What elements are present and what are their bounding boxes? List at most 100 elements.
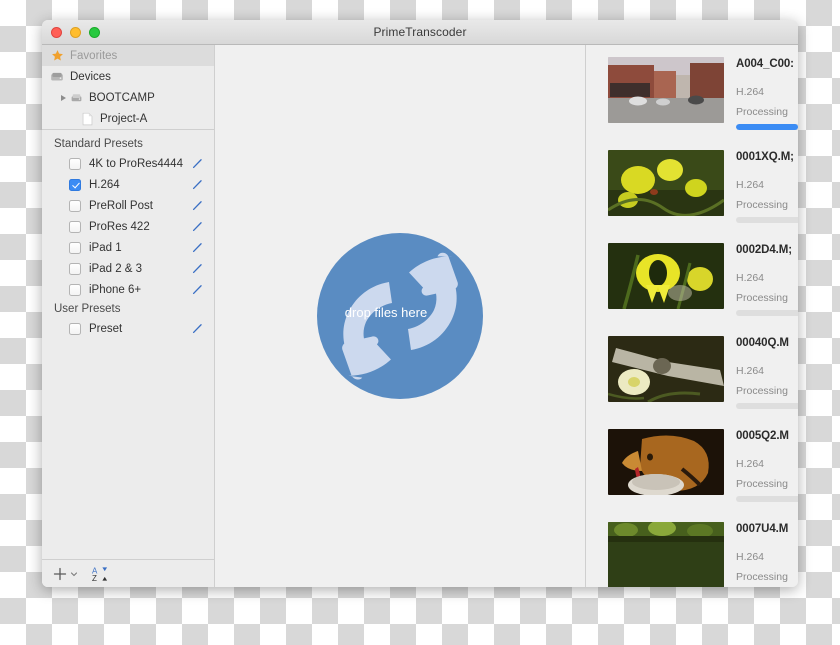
file-name: 00040Q.M — [736, 337, 789, 349]
video-thumbnail — [608, 429, 724, 495]
file-meta: 0005Q2.M H.264 Processing — [736, 429, 798, 502]
document-icon — [80, 112, 94, 126]
preset-label: H.264 — [89, 178, 120, 191]
list-item[interactable]: 0007U4.M H.264 Processing — [586, 510, 798, 587]
chevron-down-icon — [70, 571, 78, 576]
user-presets-header: User Presets — [54, 303, 121, 315]
sidebar-item-project-a[interactable]: Project-A — [42, 108, 214, 129]
preset-label: iPhone 6+ — [89, 283, 142, 296]
file-meta: 0002D4.M; H.264 Processing — [736, 243, 798, 316]
file-meta: 0007U4.M H.264 Processing — [736, 522, 798, 587]
file-name: 0007U4.M — [736, 523, 789, 535]
dropzone[interactable]: drop files here — [315, 231, 485, 401]
plus-icon — [53, 567, 67, 580]
file-codec: H.264 — [736, 86, 765, 98]
add-preset-button[interactable] — [52, 566, 78, 582]
sidebar-toolbar: A Z — [42, 559, 214, 587]
preset-label: iPad 1 — [89, 241, 122, 254]
file-codec: H.264 — [736, 365, 765, 377]
preset-row[interactable]: iPhone 6+ — [42, 279, 214, 300]
video-thumbnail — [608, 57, 724, 123]
edit-pencil-icon[interactable] — [191, 178, 204, 191]
progress-fill — [736, 124, 798, 130]
star-icon — [50, 49, 64, 63]
progress-bar — [736, 496, 798, 502]
progress-bar — [736, 310, 798, 316]
video-thumbnail — [608, 522, 724, 587]
sidebar-item-label: BOOTCAMP — [89, 91, 155, 104]
file-codec: H.264 — [736, 458, 765, 470]
file-status: Processing — [736, 292, 788, 304]
preset-label: PreRoll Post — [89, 199, 153, 212]
preset-row[interactable]: iPad 2 & 3 — [42, 258, 214, 279]
transcode-arrows-icon — [317, 233, 483, 399]
app-window: PrimeTranscoder Favorites Devices BOOTCA… — [42, 20, 798, 587]
file-codec: H.264 — [736, 179, 765, 191]
preset-row[interactable]: Preset — [42, 318, 214, 339]
file-status: Processing — [736, 478, 788, 490]
edit-pencil-icon[interactable] — [191, 283, 204, 296]
list-item[interactable]: 0005Q2.M H.264 Processing — [586, 417, 798, 510]
preset-checkbox[interactable] — [69, 241, 81, 254]
preset-checkbox[interactable] — [69, 178, 81, 191]
preset-checkbox[interactable] — [69, 157, 81, 170]
progress-bar — [736, 217, 798, 223]
preset-label: Preset — [89, 322, 123, 335]
drive-icon — [69, 91, 83, 105]
edit-pencil-icon[interactable] — [191, 220, 204, 233]
edit-pencil-icon[interactable] — [191, 241, 204, 254]
file-meta: 0001XQ.M; H.264 Processing — [736, 150, 798, 223]
sidebar-item-label: Favorites — [70, 49, 118, 62]
title-bar: PrimeTranscoder — [42, 20, 798, 45]
edit-pencil-icon[interactable] — [191, 199, 204, 212]
preset-label: 4K to ProRes4444 — [89, 157, 183, 170]
window-body: Favorites Devices BOOTCAMP Project-A Sta… — [42, 45, 798, 587]
preset-row[interactable]: ProRes 422 — [42, 216, 214, 237]
video-thumbnail — [608, 336, 724, 402]
sidebar-item-label: Devices — [70, 70, 111, 83]
drop-panel[interactable]: drop files here — [215, 45, 586, 587]
file-status: Processing — [736, 199, 788, 211]
preset-checkbox[interactable] — [69, 322, 81, 335]
video-thumbnail — [608, 243, 724, 309]
file-name: A004_C00: — [736, 58, 794, 70]
edit-pencil-icon[interactable] — [191, 157, 204, 170]
list-item[interactable]: 0001XQ.M; H.264 Processing — [586, 138, 798, 231]
preset-row[interactable]: iPad 1 — [42, 237, 214, 258]
file-status: Processing — [736, 106, 788, 118]
preset-label: iPad 2 & 3 — [89, 262, 143, 275]
list-item[interactable]: A004_C00: H.264 Processing — [586, 45, 798, 138]
preset-checkbox[interactable] — [69, 262, 81, 275]
sidebar-item-devices[interactable]: Devices — [42, 66, 214, 87]
file-list[interactable]: A004_C00: H.264 Processing 0001XQ.M; H.2… — [586, 45, 798, 587]
preset-label: ProRes 422 — [89, 220, 150, 233]
file-name: 0005Q2.M — [736, 430, 789, 442]
list-item[interactable]: 0002D4.M; H.264 Processing — [586, 231, 798, 324]
file-name: 0001XQ.M; — [736, 151, 794, 163]
preset-row[interactable]: PreRoll Post — [42, 195, 214, 216]
progress-bar — [736, 403, 798, 409]
preset-row[interactable]: H.264 — [42, 174, 214, 195]
file-meta: 00040Q.M H.264 Processing — [736, 336, 798, 409]
file-name: 0002D4.M; — [736, 244, 792, 256]
progress-bar — [736, 124, 798, 130]
preset-checkbox[interactable] — [69, 283, 81, 296]
preset-checkbox[interactable] — [69, 220, 81, 233]
sidebar-item-favorites[interactable]: Favorites — [42, 45, 214, 66]
presets-panel: Standard Presets 4K to ProRes4444 H.264 — [42, 129, 214, 559]
file-meta: A004_C00: H.264 Processing — [736, 57, 798, 130]
video-thumbnail — [608, 150, 724, 216]
edit-pencil-icon[interactable] — [191, 262, 204, 275]
drive-icon — [50, 70, 64, 84]
list-item[interactable]: 00040Q.M H.264 Processing — [586, 324, 798, 417]
file-status: Processing — [736, 571, 788, 583]
sort-az-button[interactable]: A Z — [92, 566, 109, 582]
preset-checkbox[interactable] — [69, 199, 81, 212]
file-codec: H.264 — [736, 272, 765, 284]
standard-presets-header: Standard Presets — [54, 138, 143, 150]
chevron-right-icon[interactable] — [61, 94, 66, 101]
sort-az-icon: A Z — [92, 566, 108, 582]
edit-pencil-icon[interactable] — [191, 322, 204, 335]
sidebar-item-bootcamp[interactable]: BOOTCAMP — [42, 87, 214, 108]
preset-row[interactable]: 4K to ProRes4444 — [42, 153, 214, 174]
